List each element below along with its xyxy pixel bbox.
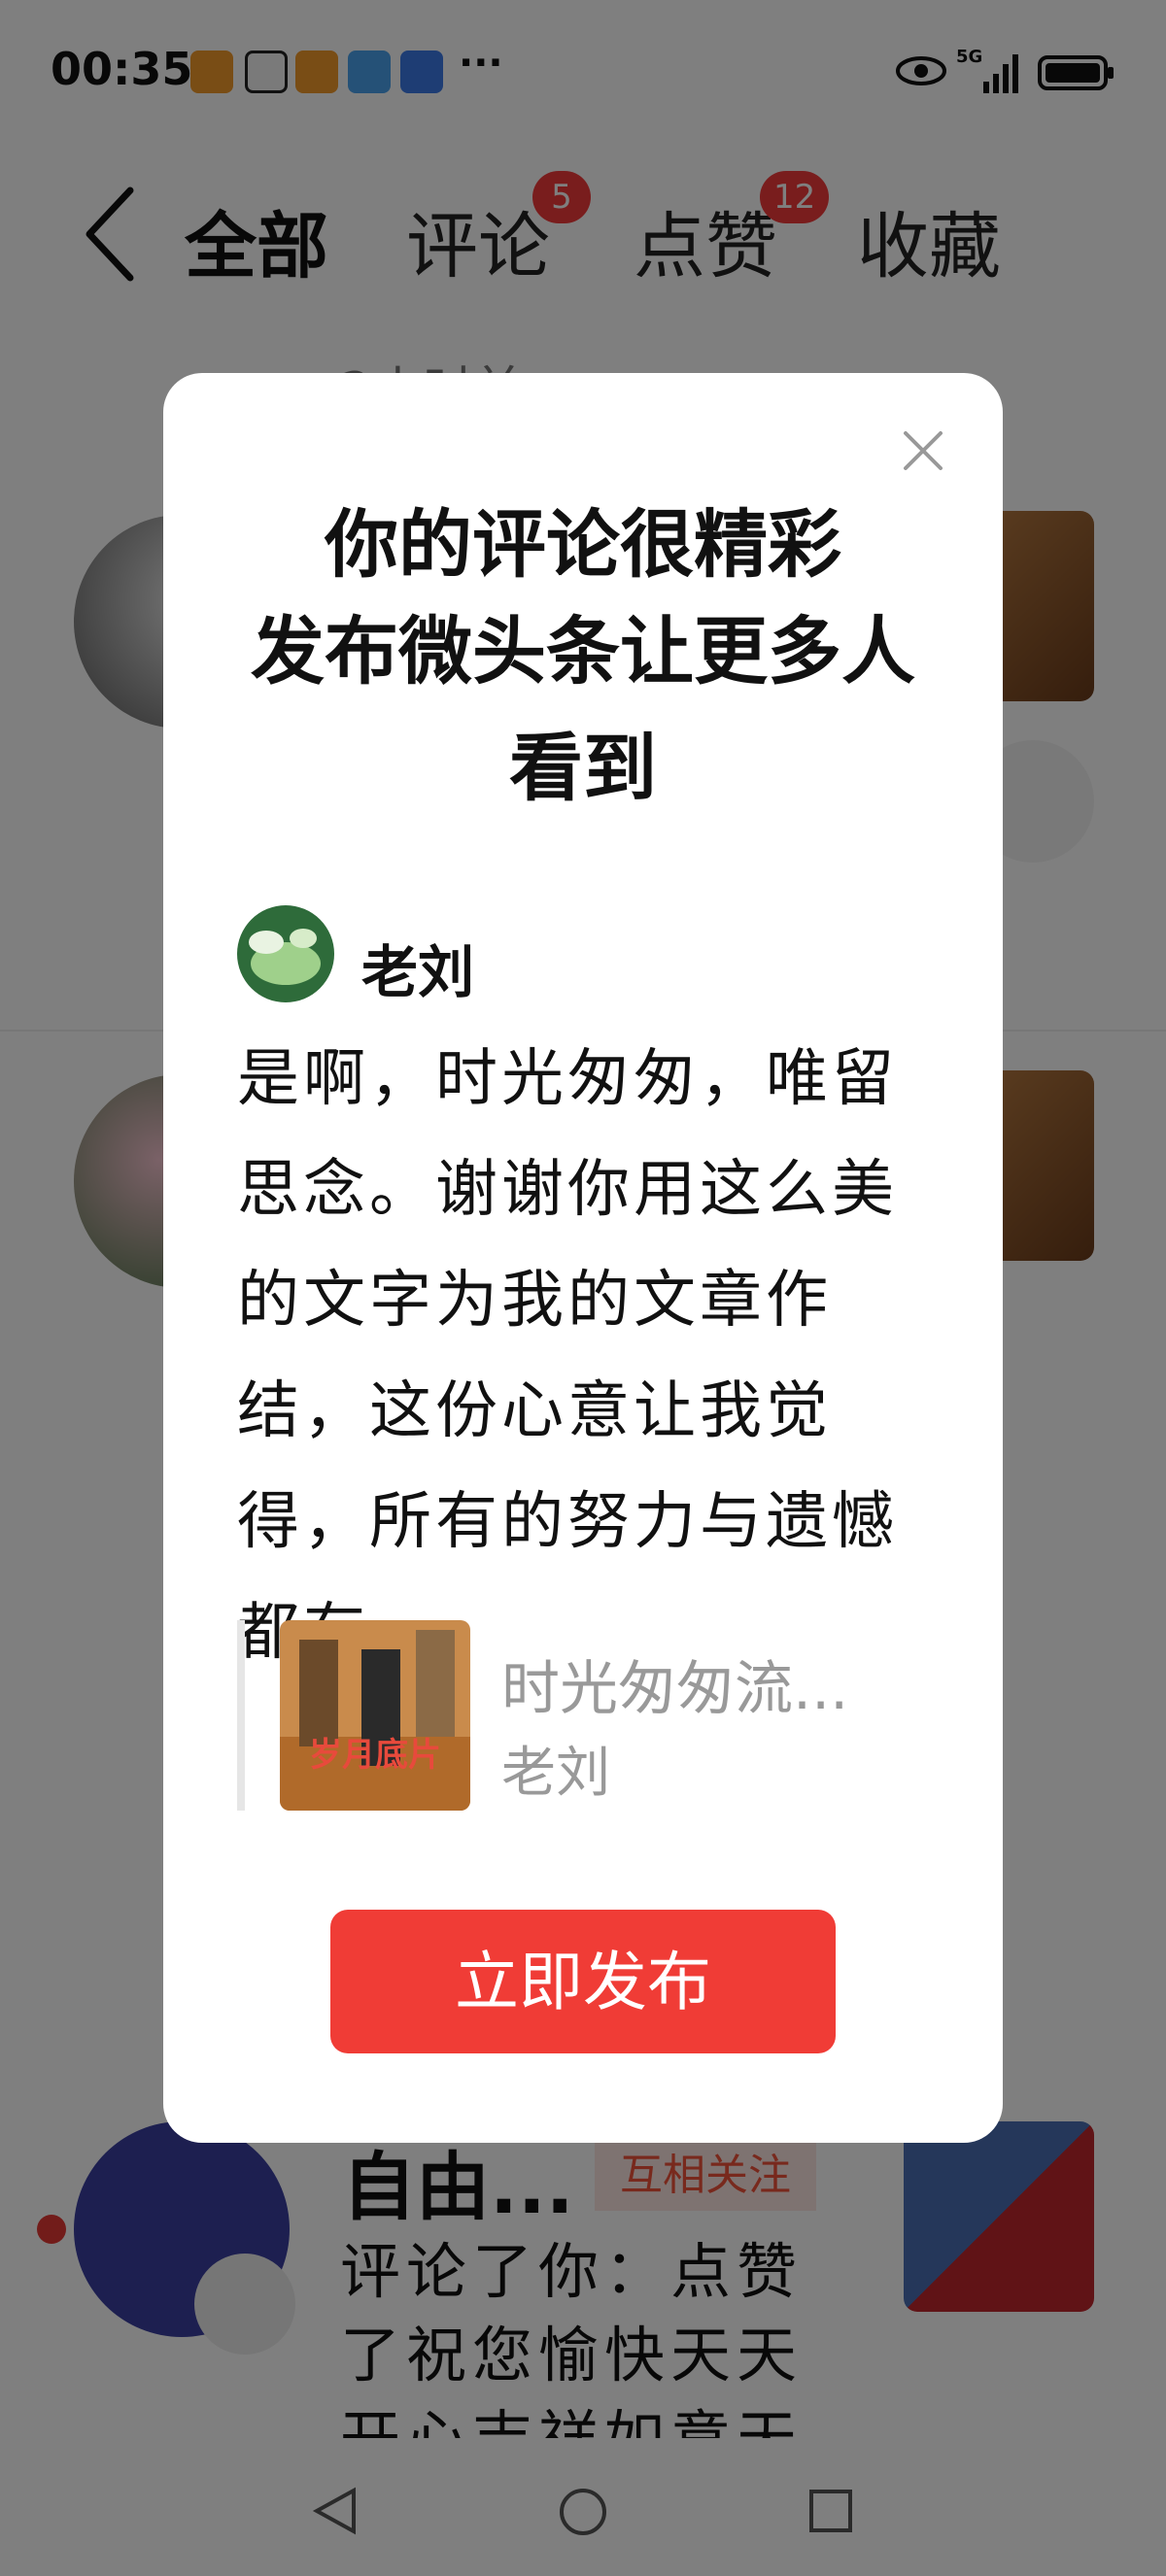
quoted-article[interactable]: 岁月底片 时光匆匆流... 老刘: [237, 1620, 927, 1811]
title-line: 你的评论很精彩: [325, 501, 841, 588]
article-thumbnail: 岁月底片: [280, 1620, 470, 1811]
title-line: 发布微头条让更多人: [251, 608, 915, 695]
close-icon[interactable]: [902, 429, 944, 472]
comment-text: 是啊，时光匆匆，唯留思念。谢谢你用这么美的文字为我的文章作结，这份心意让我觉得，…: [237, 1043, 898, 1669]
article-title: 时光匆匆流...: [501, 1655, 849, 1723]
publish-dialog: 你的评论很精彩 发布微头条让更多人 看到 老刘 是啊，时光匆匆，唯留思念。谢谢你…: [163, 373, 1003, 2143]
title-line: 看到: [509, 725, 657, 811]
author-avatar: [237, 905, 334, 1002]
author-name: 老刘: [361, 939, 475, 1005]
dialog-title: 你的评论很精彩 发布微头条让更多人 看到: [202, 491, 964, 822]
thumbnail-caption: 岁月底片: [309, 1736, 441, 1775]
publish-button[interactable]: 立即发布: [330, 1910, 836, 2053]
article-author: 老刘: [501, 1742, 610, 1805]
